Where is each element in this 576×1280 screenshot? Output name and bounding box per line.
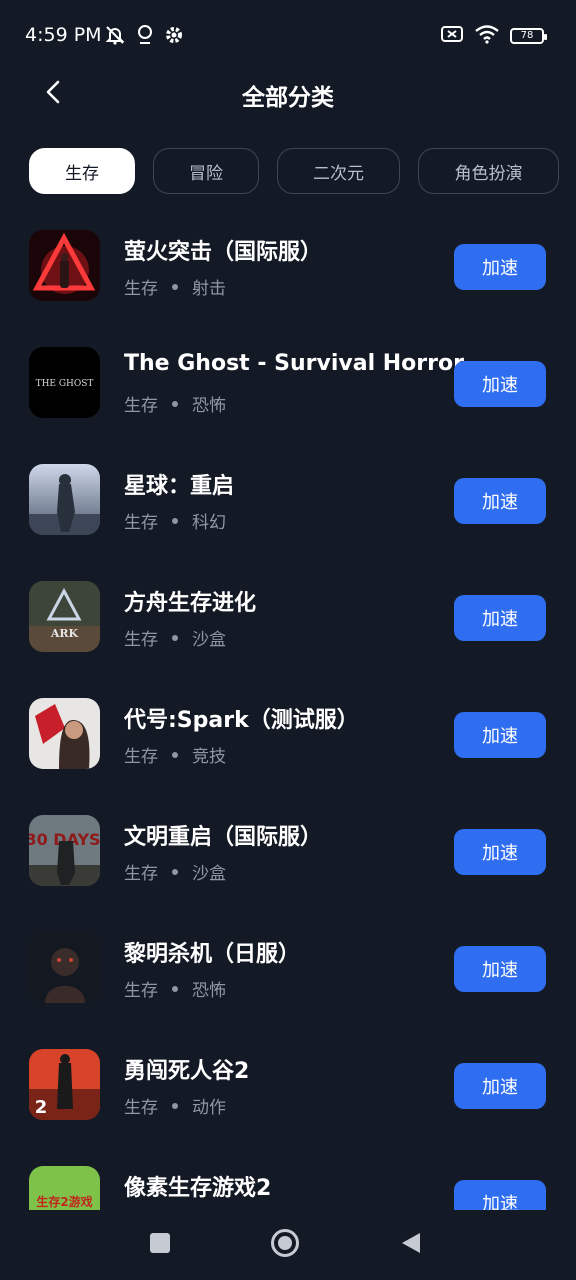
page-title: 全部分类 <box>242 85 334 111</box>
status-bar: 4:59 PM 78 <box>0 0 576 70</box>
game-genre: 生存 <box>124 981 158 1001</box>
game-icon <box>29 464 100 535</box>
game-genre: 生存 <box>124 513 158 533</box>
list-item[interactable]: 2 勇闯死人谷2 生存 动作 加速 <box>0 1029 576 1146</box>
tab-adventure[interactable]: 冒险 <box>153 148 259 194</box>
game-name: 方舟生存进化 <box>124 591 257 616</box>
battery-level: 78 <box>520 30 534 41</box>
app-header: 全部分类 <box>0 70 576 118</box>
tab-roleplay[interactable]: 角色扮演 <box>418 148 559 194</box>
list-item[interactable]: ARK 方舟生存进化 生存 沙盒 加速 <box>0 561 576 678</box>
game-name: 像素生存游戏2 <box>124 1176 272 1201</box>
back-nav-button[interactable] <box>396 1230 426 1260</box>
tab-survival[interactable]: 生存 <box>29 148 135 194</box>
list-item[interactable]: 萤火突击（国际服） 生存 射击 加速 <box>0 210 576 327</box>
sim-off-icon <box>440 24 464 48</box>
mute-icon <box>104 24 126 50</box>
game-icon: ARK <box>29 581 100 652</box>
game-icon <box>29 230 100 301</box>
game-icon-text: 2 <box>35 1097 48 1118</box>
game-genre: 生存 <box>124 864 158 884</box>
boost-button[interactable]: 加速 <box>454 946 546 992</box>
game-name: 萤火突击（国际服） <box>124 240 323 265</box>
game-tag: 沙盒 <box>192 630 226 650</box>
list-item[interactable]: 星球：重启 生存 科幻 加速 <box>0 444 576 561</box>
game-genre: 生存 <box>124 630 158 650</box>
game-icon: 2 <box>29 1049 100 1120</box>
game-name: 代号:Spark（测试服） <box>124 708 359 733</box>
boost-button[interactable]: 加速 <box>454 244 546 290</box>
game-name: 文明重启（国际服） <box>124 825 323 850</box>
game-name: 星球：重启 <box>124 474 235 499</box>
square-icon <box>149 1232 171 1258</box>
game-tag: 沙盒 <box>192 864 226 884</box>
game-genre: 生存 <box>124 396 158 416</box>
status-time: 4:59 PM <box>25 24 102 46</box>
game-tag: 科幻 <box>192 513 226 533</box>
location-icon <box>136 24 154 50</box>
game-name: The Ghost - Survival Horror <box>124 351 464 376</box>
game-genre: 生存 <box>124 747 158 767</box>
battery-icon: 78 <box>510 28 547 44</box>
list-item[interactable]: 30 DAYS 文明重启（国际服） 生存 沙盒 加速 <box>0 795 576 912</box>
game-name: 黎明杀机（日服） <box>124 942 301 967</box>
tab-anime[interactable]: 二次元 <box>277 148 400 194</box>
game-icon-text: THE GHOST <box>36 379 94 389</box>
boost-button[interactable]: 加速 <box>454 829 546 875</box>
home-circle-icon <box>270 1228 300 1262</box>
game-tag: 竞技 <box>192 747 226 767</box>
gear-icon <box>164 25 184 49</box>
game-list: 萤火突击（国际服） 生存 射击 加速 THE GHOST The Ghost - … <box>0 210 576 1210</box>
game-name: 勇闯死人谷2 <box>124 1059 250 1084</box>
game-icon: 30 DAYS <box>29 815 100 886</box>
boost-button[interactable]: 加速 <box>454 361 546 407</box>
game-icon-text: 生存2游戏 <box>36 1194 92 1209</box>
game-tag: 射击 <box>192 279 226 299</box>
boost-button[interactable]: 加速 <box>454 478 546 524</box>
game-tag: 动作 <box>192 1098 226 1118</box>
list-item[interactable]: 黎明杀机（日服） 生存 恐怖 加速 <box>0 912 576 1029</box>
boost-button[interactable]: 加速 <box>454 1180 546 1210</box>
back-triangle-icon <box>400 1231 422 1259</box>
game-genre: 生存 <box>124 1098 158 1118</box>
system-nav-bar <box>0 1210 576 1280</box>
category-tabs: 生存 冒险 二次元 角色扮演 <box>29 148 576 194</box>
list-item[interactable]: THE GHOST The Ghost - Survival Horror 生存… <box>0 327 576 444</box>
game-icon <box>29 698 100 769</box>
boost-button[interactable]: 加速 <box>454 1063 546 1109</box>
recents-button[interactable] <box>145 1230 175 1260</box>
game-genre: 生存 <box>124 279 158 299</box>
game-tag: 恐怖 <box>192 396 226 416</box>
game-icon: 生存2游戏 <box>29 1166 100 1210</box>
boost-button[interactable]: 加速 <box>454 712 546 758</box>
boost-button[interactable]: 加速 <box>454 595 546 641</box>
wifi-icon <box>474 24 500 48</box>
list-item[interactable]: 代号:Spark（测试服） 生存 竞技 加速 <box>0 678 576 795</box>
list-item[interactable]: 生存2游戏 像素生存游戏2 加速 <box>0 1146 576 1210</box>
game-tag: 恐怖 <box>192 981 226 1001</box>
game-icon <box>29 932 100 1003</box>
home-button[interactable] <box>270 1228 300 1262</box>
game-icon-text: ARK <box>50 627 79 640</box>
game-icon: THE GHOST <box>29 347 100 418</box>
